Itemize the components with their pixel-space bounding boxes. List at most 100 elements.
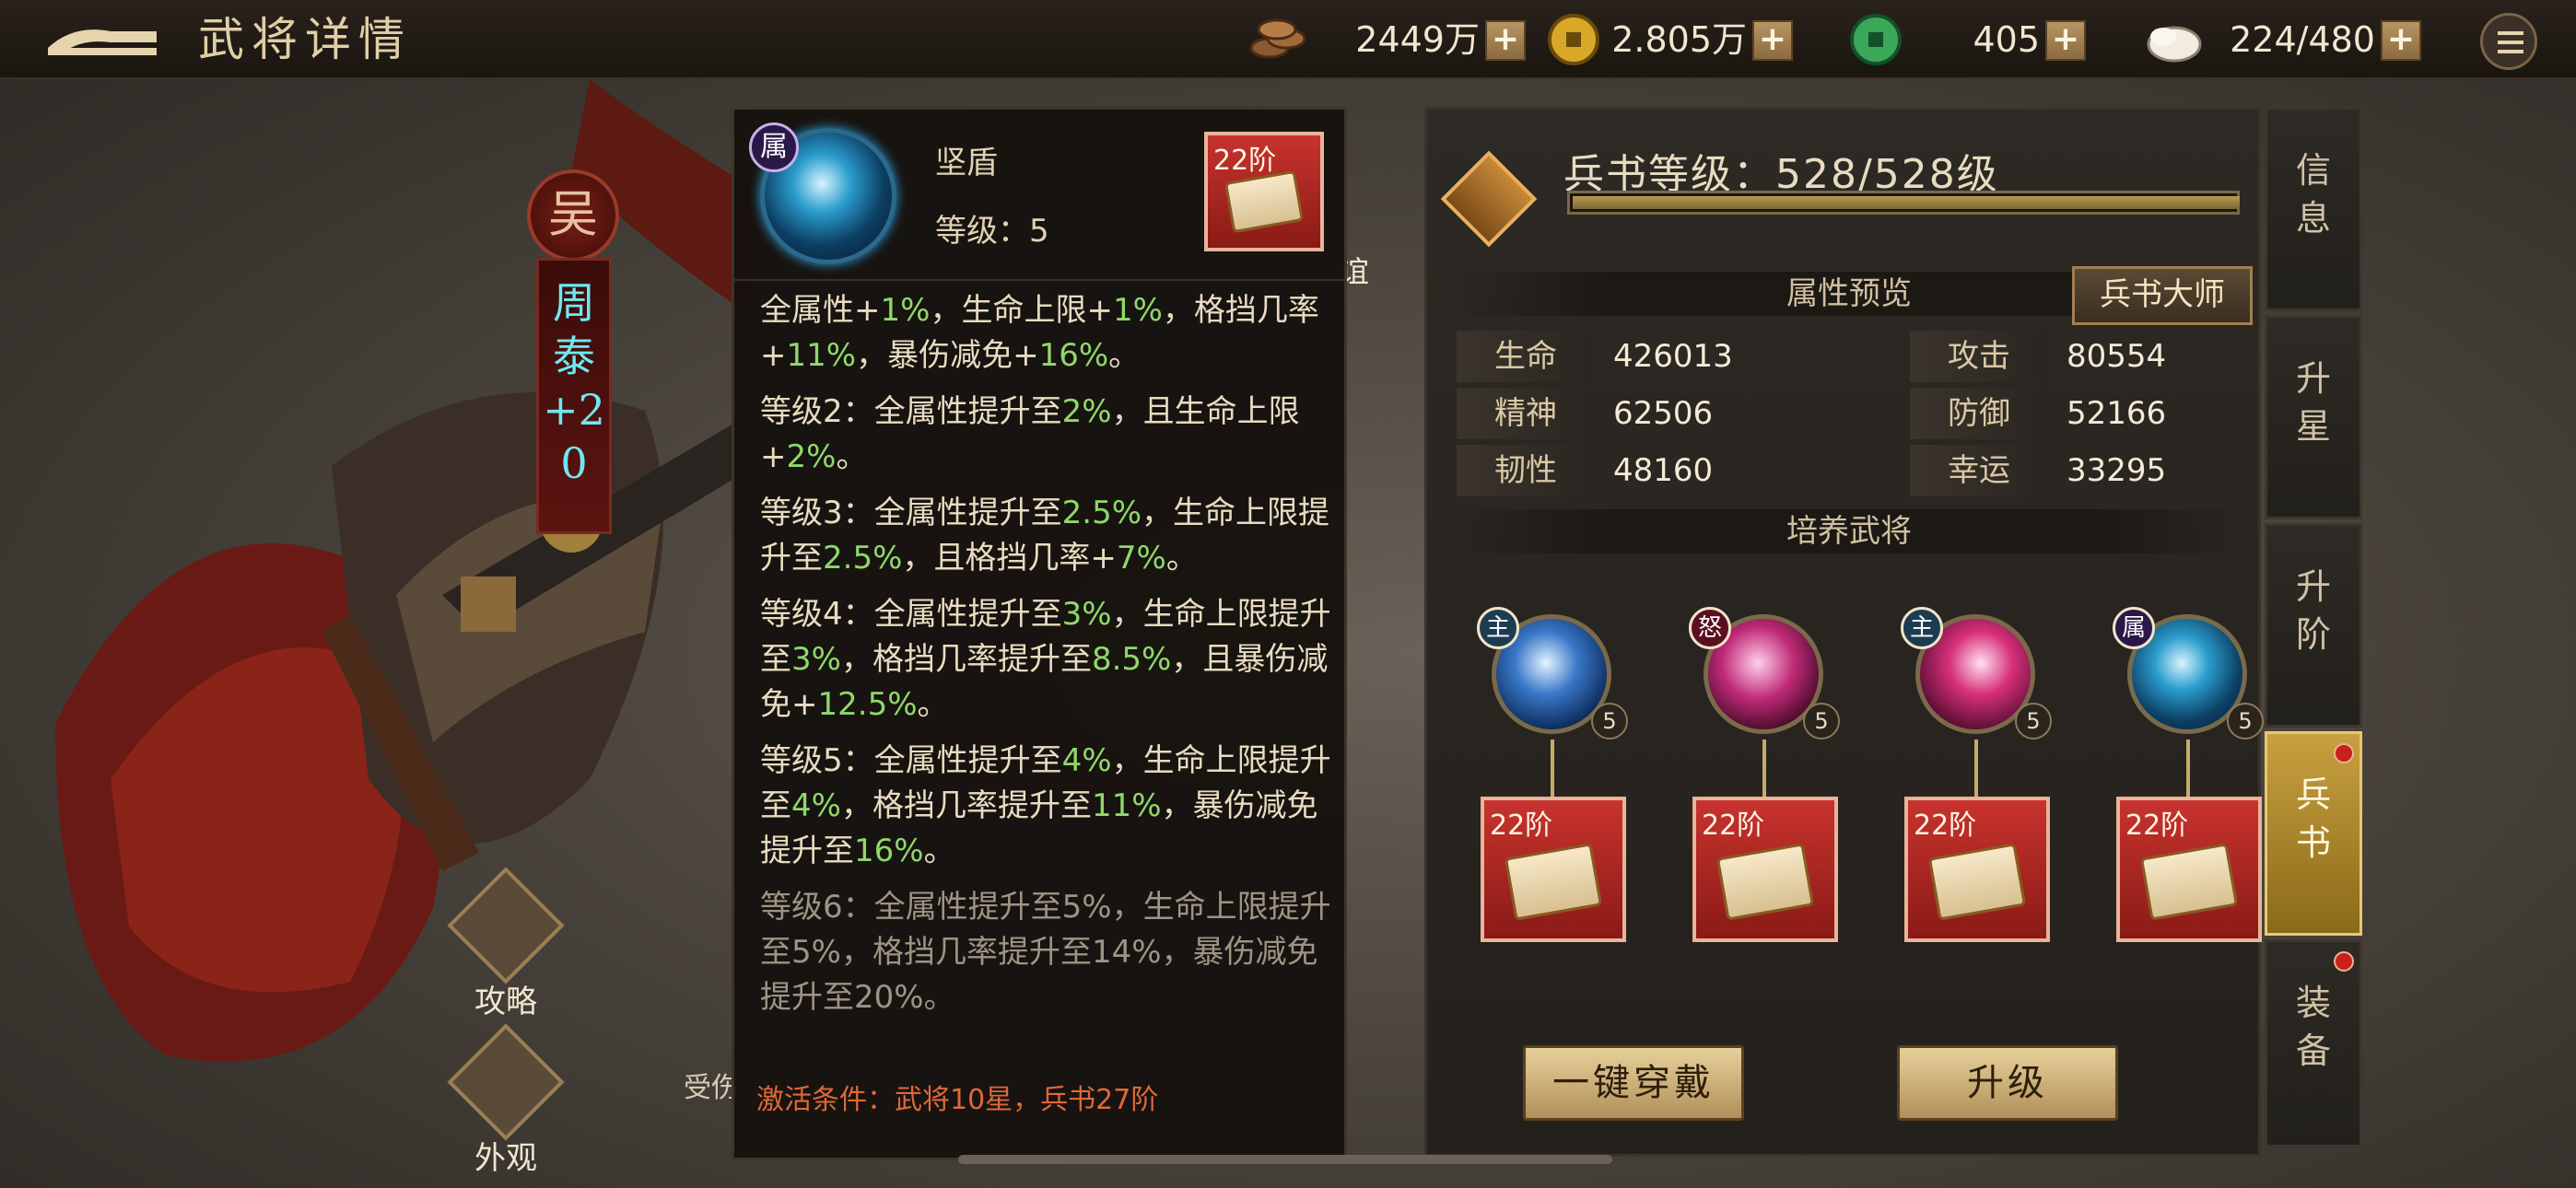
- add-stamina-button[interactable]: +: [2381, 20, 2421, 61]
- stat-toughness: 韧性 48160: [1457, 445, 1825, 496]
- slot-book[interactable]: 22阶: [1692, 797, 1838, 942]
- skill-level: 等级：5: [935, 213, 1049, 250]
- appearance-button[interactable]: 外观: [446, 1022, 566, 1179]
- back-button[interactable]: [37, 11, 166, 70]
- stat-defense: 防御 52166: [1910, 388, 2242, 439]
- add-jade-button[interactable]: +: [2045, 20, 2086, 61]
- book-slot-4[interactable]: 属 5 22阶: [2100, 607, 2280, 1075]
- tab-star-up[interactable]: 升星: [2265, 315, 2362, 519]
- skill-effect-line: 等级3：全属性提升至2.5%，生命上限提升至2.5%，且格挡几率+7%。: [760, 495, 1330, 577]
- tab-rank-up[interactable]: 升阶: [2265, 523, 2362, 728]
- skill-book-tier: 22阶: [1213, 145, 1277, 177]
- robe-icon: [447, 1023, 565, 1141]
- scroll-icon: [2139, 843, 2239, 921]
- stat-label: 防御: [1910, 388, 2048, 439]
- stat-attack: 攻击 80554: [1910, 331, 2242, 382]
- scroll-icon: [1224, 169, 1305, 234]
- stat-value: 48160: [1613, 452, 1714, 489]
- stat-value: 33295: [2067, 452, 2167, 489]
- scroll-indicator[interactable]: [958, 1155, 1612, 1164]
- stat-value: 426013: [1613, 338, 1733, 375]
- slot-connector: [1762, 740, 1766, 797]
- skill-effect-line: 等级5：全属性提升至4%，生命上限提升至4%，格挡几率提升至11%，暴伤减免提升…: [760, 742, 1331, 869]
- tab-label: 升阶: [2295, 566, 2331, 655]
- book-panel: 兵书等级：528/528级 属性预览 兵书大师 生命 426013 攻击 805…: [1424, 107, 2264, 1157]
- strategy-button[interactable]: 攻略: [446, 866, 566, 1022]
- scroll-icon: [1927, 843, 2027, 921]
- book-slot-1[interactable]: 主 5 22阶: [1464, 607, 1645, 1075]
- tab-label: 信息: [2295, 150, 2331, 239]
- book-emblem-icon: [1440, 150, 1538, 248]
- skill-effect-line: 等级4：全属性提升至3%，生命上限提升至3%，格挡几率提升至8.5%，且暴伤减免…: [760, 596, 1331, 723]
- stat-hp: 生命 426013: [1457, 331, 1825, 382]
- stat-value: 80554: [2067, 338, 2167, 375]
- hero-portrait: [0, 79, 755, 1188]
- slot-level: 5: [1591, 703, 1628, 740]
- add-gold-button[interactable]: +: [1752, 20, 1793, 61]
- stat-value: 62506: [1613, 395, 1714, 432]
- stat-spirit: 精神 62506: [1457, 388, 1825, 439]
- resource-stamina: 224/480 +: [2145, 13, 2458, 66]
- tab-equipment[interactable]: 装备: [2265, 939, 2362, 1147]
- equip-all-button[interactable]: 一键穿戴: [1523, 1045, 1744, 1121]
- stat-label: 韧性: [1457, 445, 1595, 496]
- activation-condition: 激活条件：武将10星，兵书27阶: [756, 1084, 1159, 1116]
- stamina-value: 224/480: [2230, 19, 2375, 60]
- stat-value: 52166: [2067, 395, 2167, 432]
- resource-copper: 2449万 +: [1249, 13, 1563, 66]
- tab-war-book[interactable]: 兵书: [2265, 731, 2362, 936]
- slot-book[interactable]: 22阶: [1904, 797, 2050, 942]
- stat-label: 攻击: [1910, 331, 2048, 382]
- copper-value: 2449万: [1355, 19, 1480, 60]
- page-title: 武将详情: [198, 13, 412, 66]
- book-master-button[interactable]: 兵书大师: [2072, 266, 2253, 325]
- tab-label: 升星: [2295, 358, 2331, 447]
- stat-label: 精神: [1457, 388, 1595, 439]
- book-level-fill: [1573, 196, 2240, 209]
- skill-book[interactable]: 22阶: [1204, 132, 1324, 251]
- skill-detail-popup: 属 坚盾 等级：5 22阶 全属性+1%，生命上限+1%，格挡几率+11%，暴伤…: [732, 107, 1347, 1160]
- add-copper-button[interactable]: +: [1485, 20, 1526, 61]
- tab-label: 兵书: [2295, 775, 2331, 863]
- hero-name-text: 周泰+20: [543, 278, 605, 488]
- jade-value: 405: [1973, 19, 2040, 60]
- copper-coins-icon: [1249, 13, 1308, 66]
- slot-type-badge: 怒: [1689, 607, 1731, 649]
- slot-book-tier: 22阶: [2125, 809, 2189, 842]
- notification-dot: [2334, 951, 2354, 972]
- slot-level: 5: [2227, 703, 2264, 740]
- slot-connector: [1974, 740, 1978, 797]
- scroll-icon: [1504, 843, 1603, 921]
- upgrade-button[interactable]: 升级: [1897, 1045, 2118, 1121]
- slot-book[interactable]: 22阶: [1481, 797, 1626, 942]
- slot-type-badge: 属: [2113, 607, 2155, 649]
- menu-button[interactable]: [2480, 13, 2537, 70]
- partial-label-injury: 受伤: [684, 1072, 739, 1104]
- appearance-label: 外观: [474, 1140, 537, 1177]
- slot-type-badge: 主: [1901, 607, 1943, 649]
- tab-label: 装备: [2295, 983, 2331, 1071]
- notification-dot: [2334, 743, 2354, 763]
- book-slot-3[interactable]: 主 5 22阶: [1888, 607, 2068, 1075]
- slot-level: 5: [2015, 703, 2052, 740]
- scroll-icon: [447, 867, 565, 984]
- slot-type-badge: 主: [1477, 607, 1519, 649]
- slot-book-tier: 22阶: [1914, 809, 1977, 842]
- slot-book-tier: 22阶: [1702, 809, 1765, 842]
- slot-connector: [1551, 740, 1554, 797]
- tab-info[interactable]: 信息: [2265, 107, 2362, 311]
- book-slot-2[interactable]: 怒 5 22阶: [1676, 607, 1856, 1075]
- stat-label: 幸运: [1910, 445, 2048, 496]
- stat-label: 生命: [1457, 331, 1595, 382]
- book-level-bar: [1567, 191, 2240, 215]
- steamed-bun-icon: [2145, 13, 2204, 66]
- slot-book[interactable]: 22阶: [2116, 797, 2262, 942]
- skill-effect-line: 等级6：全属性提升至5%，生命上限提升至5%，格挡几率提升至14%，暴伤减免提升…: [760, 889, 1331, 1016]
- resource-jade: 405 +: [1846, 13, 2123, 66]
- skill-effect-line: 等级2：全属性提升至2%，且生命上限+2%。: [760, 393, 1300, 475]
- popup-header: 属 坚盾 等级：5 22阶: [734, 110, 1344, 281]
- slot-book-tier: 22阶: [1490, 809, 1553, 842]
- skill-effect-line: 全属性+1%，生命上限+1%，格挡几率+11%，暴伤减免+16%。: [760, 292, 1319, 374]
- skill-description: 全属性+1%，生命上限+1%，格挡几率+11%，暴伤减免+16%。 等级2：全属性…: [760, 288, 1331, 1108]
- resource-gold: 2.805万 +: [1544, 13, 1830, 66]
